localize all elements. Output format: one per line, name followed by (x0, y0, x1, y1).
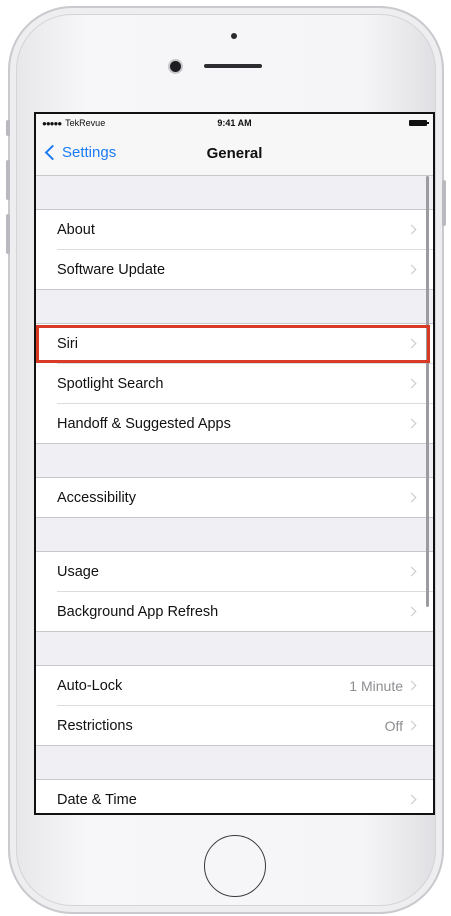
section-spacer (36, 746, 433, 780)
settings-row-spotlight-search[interactable]: Spotlight Search (36, 364, 433, 404)
settings-row-siri[interactable]: Siri (36, 324, 433, 364)
settings-row-software-update[interactable]: Software Update (36, 250, 433, 290)
proximity-sensor (231, 33, 237, 39)
section-spacer (36, 632, 433, 666)
section-spacer (36, 290, 433, 324)
settings-row-date-and-time[interactable]: Date & Time (36, 780, 433, 813)
settings-row-label: Spotlight Search (57, 376, 164, 392)
settings-list: About Software Update Siri Spotlight Search… (36, 176, 433, 813)
chevron-right-icon (406, 418, 417, 429)
status-bar: ●●●●● TekRevue 9:41 AM (36, 114, 433, 134)
chevron-right-icon (406, 492, 417, 503)
row-separator (36, 631, 433, 632)
phone-screen: ●●●●● TekRevue 9:41 AM Settings General … (34, 112, 435, 815)
settings-row-label: Restrictions (57, 718, 133, 734)
settings-row-label: Siri (57, 336, 78, 352)
chevron-right-icon (406, 566, 417, 577)
settings-row-label: Accessibility (57, 490, 136, 506)
volume-up-button (6, 160, 10, 200)
settings-row-value: Off (384, 718, 403, 734)
chevron-right-icon (406, 264, 417, 275)
home-button[interactable] (204, 835, 266, 897)
settings-row-handoff-and-suggested-apps[interactable]: Handoff & Suggested Apps (36, 404, 433, 444)
settings-row-value: 1 Minute (349, 678, 403, 694)
front-camera-icon (170, 61, 181, 72)
settings-row-label: Software Update (57, 262, 166, 278)
chevron-right-icon (406, 224, 417, 235)
settings-row-label: Auto-Lock (57, 678, 123, 694)
settings-row-accessibility[interactable]: Accessibility (36, 478, 433, 518)
power-button (442, 180, 446, 226)
settings-row-usage[interactable]: Usage (36, 552, 433, 592)
earpiece-speaker (204, 64, 262, 68)
settings-row-label: Background App Refresh (57, 604, 219, 620)
settings-row-background-app-refresh[interactable]: Background App Refresh (36, 592, 433, 632)
battery-icon (409, 120, 429, 126)
iphone-mockup: ●●●●● TekRevue 9:41 AM Settings General … (0, 0, 451, 916)
row-separator (36, 745, 433, 746)
settings-row-restrictions[interactable]: Restrictions Off (36, 706, 433, 746)
volume-down-button (6, 214, 10, 254)
row-separator (36, 443, 433, 444)
row-separator (36, 289, 433, 290)
settings-row-label: Usage (57, 564, 99, 580)
navigation-bar: Settings General (36, 134, 433, 176)
section-spacer (36, 518, 433, 552)
settings-row-label: Handoff & Suggested Apps (57, 416, 231, 432)
settings-row-label: About (57, 222, 95, 238)
settings-row-label: Date & Time (57, 792, 137, 808)
section-spacer (36, 176, 433, 210)
chevron-right-icon (406, 680, 417, 691)
settings-row-about[interactable]: About (36, 210, 433, 250)
section-spacer (36, 444, 433, 478)
page-title: General (206, 145, 263, 162)
settings-row-auto-lock[interactable]: Auto-Lock 1 Minute (36, 666, 433, 706)
chevron-right-icon (406, 378, 417, 389)
row-separator (36, 517, 433, 518)
chevron-right-icon (406, 606, 417, 617)
mute-switch (6, 120, 10, 136)
chevron-right-icon (406, 794, 417, 805)
status-time: 9:41 AM (217, 118, 252, 128)
chevron-right-icon (406, 338, 417, 349)
scroll-indicator[interactable] (426, 176, 429, 607)
chevron-right-icon (406, 720, 417, 731)
